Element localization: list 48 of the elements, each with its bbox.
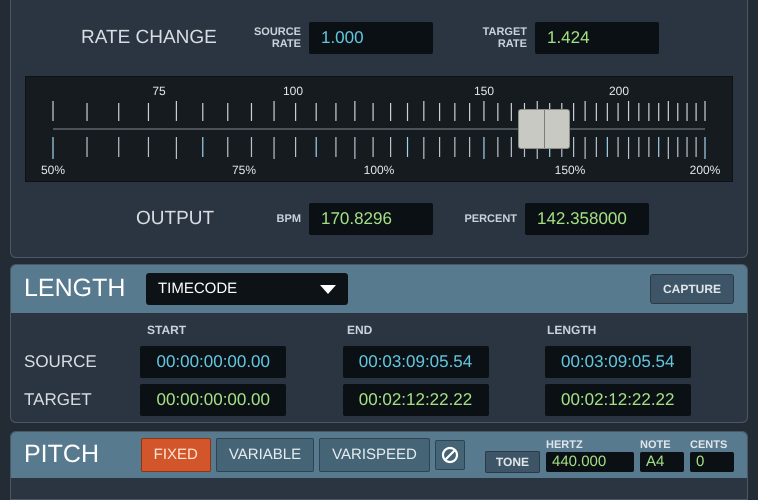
field-label: SOURCE RATE bbox=[252, 26, 301, 50]
rate-slider[interactable]: 75 100 150 200 50% 75% 100% 150% 200% bbox=[25, 76, 733, 182]
column-header: LENGTH bbox=[547, 322, 598, 339]
field-label: TARGET RATE bbox=[482, 26, 527, 50]
bpm-scale-label: 200 bbox=[608, 83, 630, 100]
mode-button[interactable]: VARISPEED bbox=[319, 438, 430, 472]
value-field[interactable]: 142.358000 bbox=[525, 203, 649, 235]
field-label: PERCENT bbox=[463, 213, 517, 225]
section-title: OUTPUT bbox=[136, 206, 216, 231]
value-field[interactable]: 440.000 bbox=[546, 452, 634, 472]
value-field[interactable]: 1.000 bbox=[309, 22, 433, 54]
percent-scale-label: 75% bbox=[232, 162, 256, 179]
column-header: START bbox=[147, 322, 188, 339]
percent-scale-label: 200% bbox=[690, 162, 720, 179]
timecode-dropdown[interactable]: TIMECODE bbox=[146, 273, 348, 305]
section-title: RATE CHANGE bbox=[81, 26, 218, 50]
caret-icon bbox=[320, 284, 336, 294]
section-title: PITCH bbox=[24, 439, 100, 470]
timecode-field[interactable]: 00:02:12:22.22 bbox=[544, 384, 691, 416]
slider-thumb[interactable] bbox=[518, 109, 570, 149]
value-field[interactable]: 1.424 bbox=[535, 22, 659, 54]
bpm-scale-label: 150 bbox=[474, 83, 494, 100]
value-field[interactable]: A4 bbox=[640, 452, 684, 472]
value-field[interactable]: 170.8296 bbox=[309, 203, 433, 235]
timecode-field[interactable]: 00:03:09:05.54 bbox=[544, 346, 691, 378]
field-label: NOTE bbox=[640, 438, 672, 452]
capture-button[interactable]: CAPTURE bbox=[650, 274, 734, 304]
timecode-field[interactable]: 00:02:12:22.22 bbox=[342, 384, 488, 416]
prohibited-icon bbox=[440, 446, 459, 464]
section-title: LENGTH bbox=[24, 273, 126, 304]
field-label: CENTS bbox=[690, 438, 728, 452]
timecode-field[interactable]: 00:00:00:00.00 bbox=[140, 384, 286, 416]
tone-button[interactable]: TONE bbox=[484, 451, 540, 473]
timecode-field[interactable]: 00:03:09:05.54 bbox=[342, 346, 488, 378]
mode-button[interactable]: VARIABLE bbox=[216, 438, 314, 472]
timecode-field[interactable]: 00:00:00:00.00 bbox=[140, 346, 286, 378]
bpm-scale-label: 75 bbox=[152, 83, 166, 100]
bpm-scale-label: 100 bbox=[282, 83, 304, 100]
bypass-button[interactable] bbox=[434, 440, 465, 470]
value-field[interactable]: 0 bbox=[690, 452, 734, 472]
column-header: END bbox=[347, 322, 374, 339]
percent-scale-label: 100% bbox=[364, 162, 394, 179]
percent-scale-label: 50% bbox=[40, 162, 66, 179]
percent-scale-label: 150% bbox=[554, 162, 586, 179]
field-label: HERTZ bbox=[546, 438, 584, 452]
row-label: SOURCE bbox=[23, 351, 98, 374]
field-label: BPM bbox=[276, 213, 301, 225]
row-label: TARGET bbox=[23, 389, 93, 412]
